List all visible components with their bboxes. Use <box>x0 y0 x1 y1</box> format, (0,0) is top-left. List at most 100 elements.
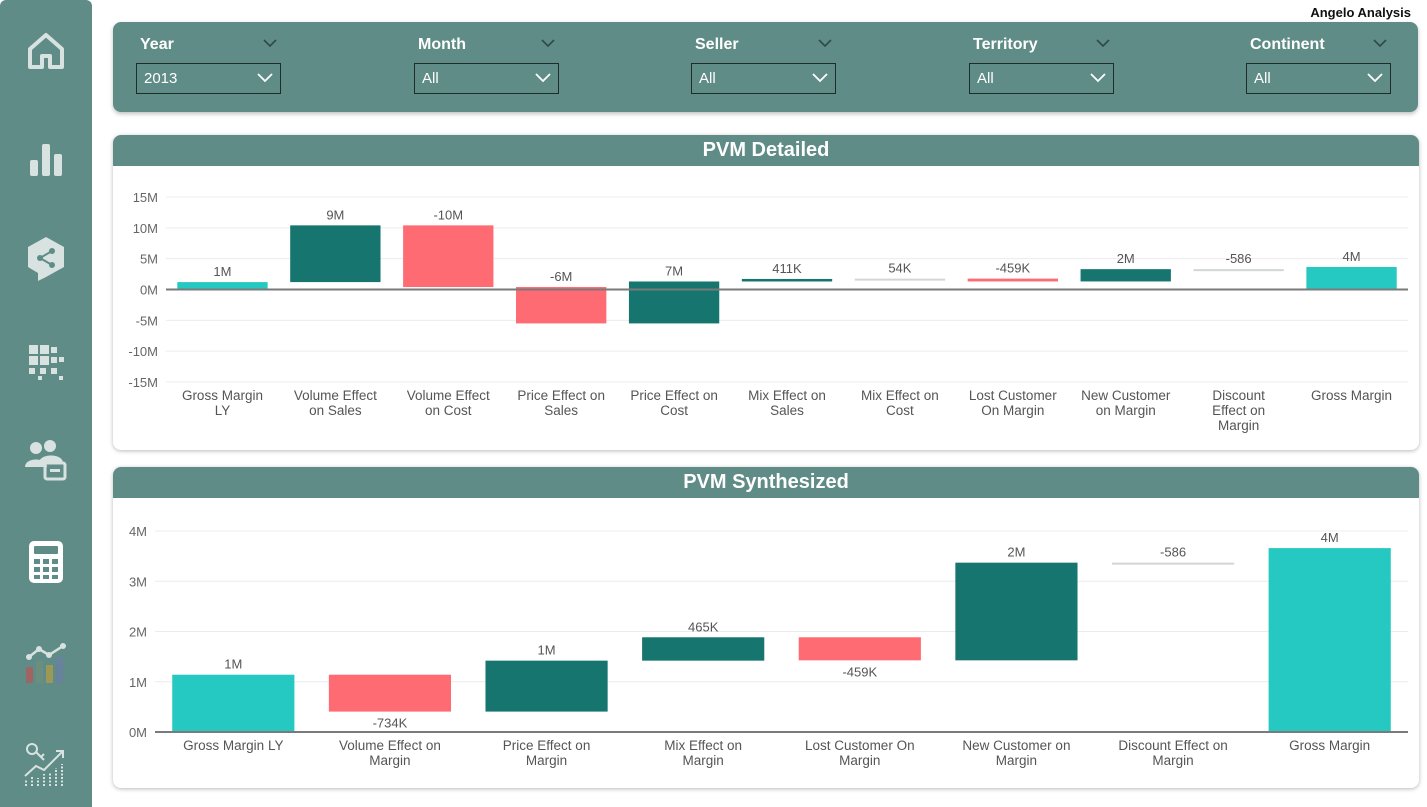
chevron-down-icon[interactable] <box>1095 36 1111 50</box>
brand-title: Angelo Analysis <box>1310 5 1411 20</box>
year-filter-label: Year <box>140 36 174 53</box>
x-tick-label: Discount Effect on Margin <box>1118 738 1227 768</box>
chevron-down-icon[interactable] <box>817 36 833 50</box>
pvm-synthesized-card: PVM Synthesized 0M 1M 2M 3M 4M 1M Gross Margin… <box>113 467 1419 788</box>
bar <box>485 660 608 712</box>
data-label: 1M <box>538 643 556 658</box>
chevron-down-icon[interactable] <box>262 36 278 50</box>
grid-icon[interactable] <box>22 337 70 385</box>
x-tick-label: Price Effect on Sales <box>517 388 605 418</box>
y-tick-label: -5M <box>136 313 158 328</box>
chevron-down-icon <box>812 73 828 83</box>
line-bar-chart-icon[interactable] <box>22 640 70 688</box>
y-tick-label: 3M <box>129 574 147 589</box>
data-label: 4M <box>1321 530 1339 545</box>
bar <box>177 282 268 290</box>
filter-panel: Year 2013 Month All Seller All Territory… <box>113 22 1418 112</box>
y-tick-label: 0M <box>140 283 158 298</box>
seller-dropdown[interactable]: All <box>691 63 836 94</box>
bar <box>516 287 607 324</box>
chevron-down-icon[interactable] <box>1372 36 1388 50</box>
territory-dropdown[interactable]: All <box>969 63 1114 94</box>
territory-dropdown-value: All <box>977 70 994 87</box>
pvm-synthesized-chart: 0M 1M 2M 3M 4M 1M Gross Margin LY -734K Volume E… <box>129 524 1408 768</box>
year-filter: Year 2013 <box>136 22 286 112</box>
key-growth-chart-icon[interactable] <box>22 740 70 788</box>
x-tick-label: Price Effect on Cost <box>630 388 718 418</box>
territory-filter: Territory All <box>969 22 1119 112</box>
y-tick-label: 1M <box>129 675 147 690</box>
data-label: -459K <box>995 261 1030 276</box>
bar <box>628 281 720 324</box>
continent-filter-label: Continent <box>1250 36 1325 53</box>
x-tick-label: Volume Effect on Sales <box>294 388 377 418</box>
seller-filter: Seller All <box>691 22 841 112</box>
month-filter: Month All <box>414 22 564 112</box>
sidebar <box>0 0 92 807</box>
x-tick-label: Volume Effect on Margin <box>339 738 441 768</box>
bar <box>741 278 833 282</box>
x-tick-label: Gross Margin LY <box>183 738 283 753</box>
data-label: -586 <box>1226 251 1252 266</box>
y-tick-label: -10M <box>128 344 158 359</box>
chevron-down-icon <box>535 73 551 83</box>
bar <box>854 278 946 281</box>
x-tick-label: New Customer on Margin <box>962 738 1070 768</box>
x-tick-label: Lost Customer On Margin <box>805 738 915 768</box>
calculator-icon[interactable] <box>22 538 70 586</box>
month-filter-label: Month <box>418 36 466 53</box>
x-tick-label: Price Effect on Margin <box>503 738 591 768</box>
year-dropdown[interactable]: 2013 <box>136 63 281 94</box>
data-label: -734K <box>373 716 408 731</box>
y-tick-label: 15M <box>133 190 158 205</box>
y-tick-label: 10M <box>133 221 158 236</box>
seller-filter-label: Seller <box>695 36 739 53</box>
data-label: -459K <box>842 664 877 679</box>
x-tick-label: Mix Effect on Margin <box>664 738 742 768</box>
bar <box>1080 269 1171 282</box>
bar <box>798 637 921 661</box>
data-label: 1M <box>213 264 231 279</box>
home-icon[interactable] <box>22 27 70 75</box>
bar <box>328 674 452 712</box>
y-tick-label: 0M <box>129 725 147 740</box>
y-tick-label: 2M <box>129 625 147 640</box>
data-label: 2M <box>1117 251 1135 266</box>
continent-filter: Continent All <box>1246 22 1396 112</box>
continent-dropdown-value: All <box>1254 70 1271 87</box>
users-icon[interactable] <box>22 435 70 483</box>
bar <box>172 674 295 732</box>
y-tick-label: 5M <box>140 252 158 267</box>
seller-dropdown-value: All <box>699 70 716 87</box>
data-label: 411K <box>772 261 802 276</box>
chevron-down-icon <box>1367 73 1383 83</box>
data-label: -10M <box>433 207 463 222</box>
bar <box>955 562 1078 661</box>
bar-chart-icon[interactable] <box>22 136 70 184</box>
month-dropdown-value: All <box>422 70 439 87</box>
x-tick-label: Gross Margin <box>1289 738 1370 753</box>
share-hexagon-icon[interactable] <box>22 234 70 282</box>
bar <box>1306 266 1397 290</box>
data-label: -586 <box>1160 545 1186 560</box>
x-tick-label: Mix Effect on Cost <box>861 388 939 418</box>
bar <box>642 637 765 661</box>
bar <box>290 225 381 283</box>
data-label: 465K <box>688 619 719 634</box>
x-tick-label: New Customer on Margin <box>1081 388 1171 418</box>
x-tick-label: Discount Effect on Margin <box>1212 388 1265 433</box>
chevron-down-icon <box>257 73 273 83</box>
bar <box>403 225 494 288</box>
month-dropdown[interactable]: All <box>414 63 559 94</box>
year-dropdown-value: 2013 <box>144 70 178 87</box>
continent-dropdown[interactable]: All <box>1246 63 1391 94</box>
chevron-down-icon[interactable] <box>540 36 556 50</box>
x-tick-label: Volume Effect on Cost <box>407 388 490 418</box>
x-tick-label: Gross Margin <box>1311 388 1392 403</box>
pvm-detailed-chart: -15M -10M -5M 0M 5M 10M 15M 1M Gross Margin LY 9M V… <box>128 190 1408 433</box>
data-label: 2M <box>1007 545 1025 560</box>
data-label: 9M <box>326 207 344 222</box>
bar <box>1193 269 1284 272</box>
territory-filter-label: Territory <box>973 36 1038 53</box>
pvm-detailed-card: PVM Detailed -15M -10M -5M 0M 5M 10M 15M 1M Gros… <box>113 135 1419 450</box>
